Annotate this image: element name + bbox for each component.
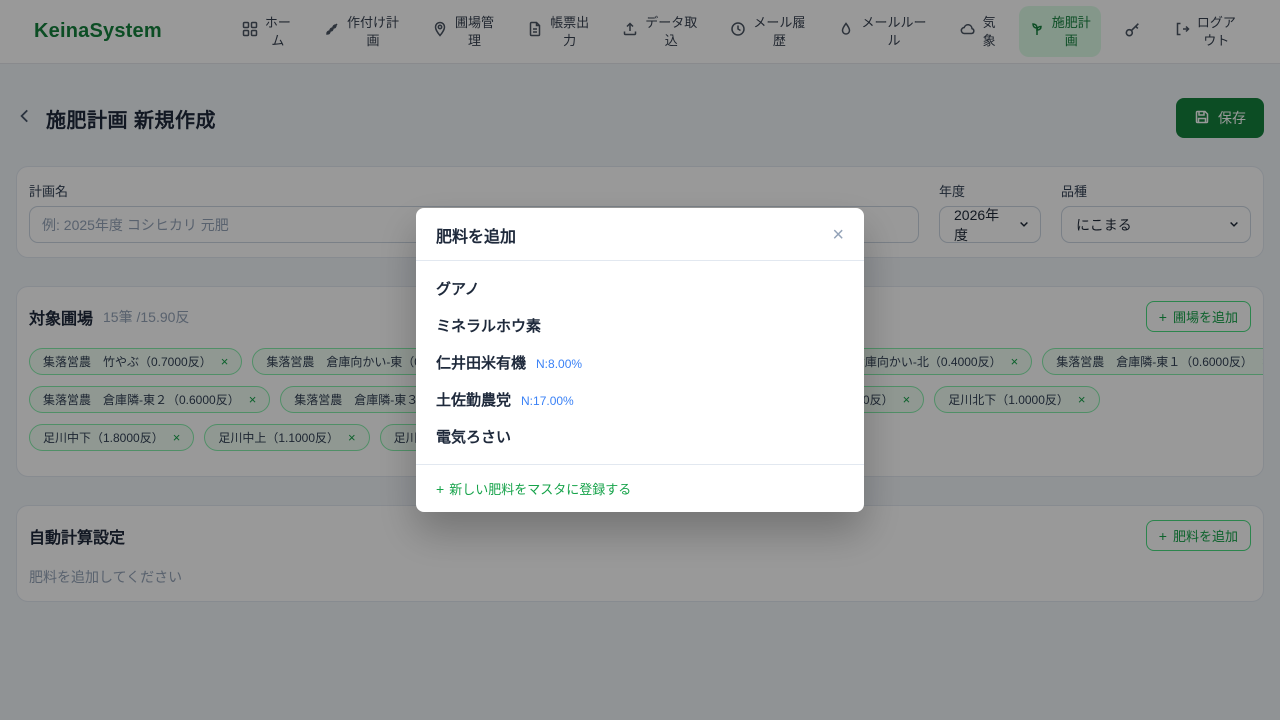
fertilizer-list: グアノ ミネラルホウ素 仁井田米有機 N:8.00% 土佐勤農党 N:17.00…	[416, 261, 864, 464]
close-icon[interactable]: ×	[832, 225, 844, 245]
fertilizer-list-item[interactable]: ミネラルホウ素	[416, 307, 864, 344]
nitrogen-badge: N:8.00%	[536, 357, 582, 371]
add-fertilizer-modal: 肥料を追加 × グアノ ミネラルホウ素 仁井田米有機 N:8.00% 土佐勤農党…	[416, 208, 864, 512]
plus-icon: +	[436, 482, 444, 496]
fertilizer-list-item[interactable]: 仁井田米有機 N:8.00%	[416, 344, 864, 381]
fertilizer-list-item[interactable]: 電気ろさい	[416, 418, 864, 455]
nitrogen-badge: N:17.00%	[521, 394, 574, 408]
fertilizer-list-item[interactable]: グアノ	[416, 270, 864, 307]
register-new-fertilizer-link[interactable]: + 新しい肥料をマスタに登録する	[436, 479, 631, 498]
modal-title: 肥料を追加	[436, 223, 516, 247]
fertilizer-list-item[interactable]: 土佐勤農党 N:17.00%	[416, 381, 864, 418]
